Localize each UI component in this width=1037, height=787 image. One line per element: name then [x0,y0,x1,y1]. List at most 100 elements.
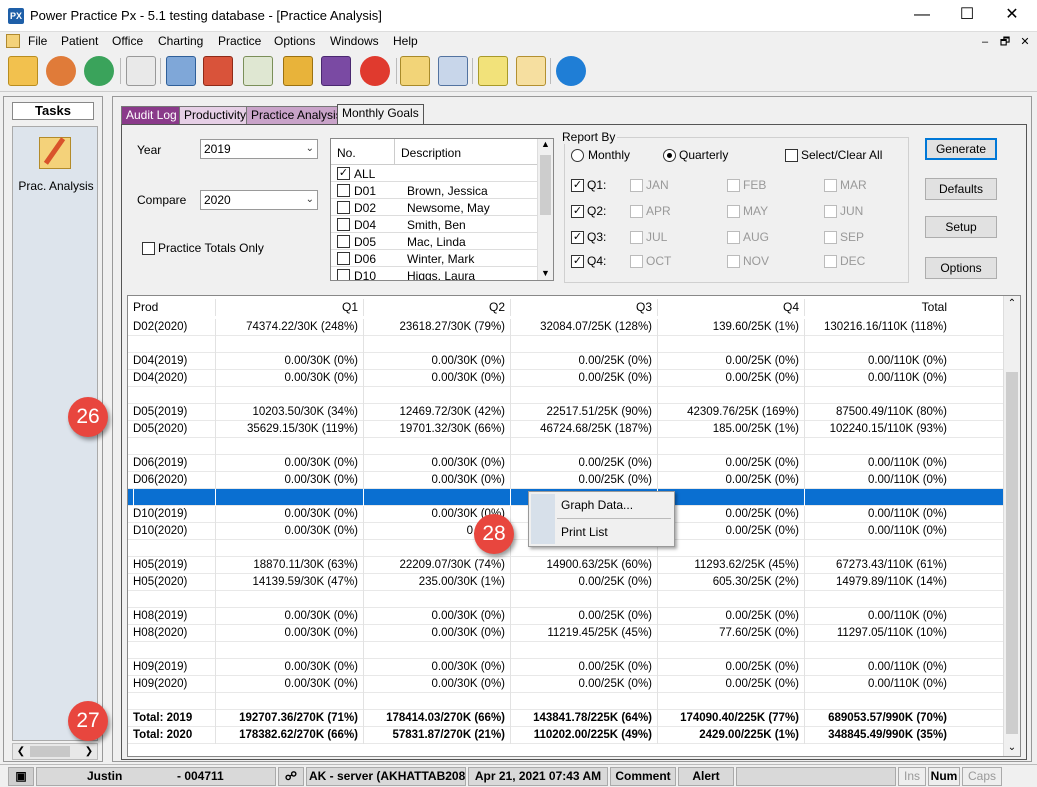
tab-practice-analysis[interactable]: Practice Analysis [246,106,347,124]
menu-options[interactable]: Options [274,34,315,48]
grid-vertical-scrollbar[interactable]: ⌃ ⌄ [1003,296,1020,756]
scroll-thumb[interactable] [30,746,70,757]
q2-checkbox[interactable]: ✓ [571,205,584,218]
menu-charting[interactable]: Charting [158,34,203,48]
table-row[interactable]: H09(2020) 0.00/30K (0%) 0.00/30K (0%) 0.00/… [128,676,1004,693]
menu-item-print-list[interactable]: Print List [561,525,608,539]
table-row[interactable] [128,336,1004,353]
scroll-right-icon[interactable]: ❯ [81,744,97,759]
chevron-up-icon[interactable]: ⌃ [1004,296,1020,312]
menu-office[interactable]: Office [112,34,143,48]
list-item[interactable]: D02 Newsome, May [331,199,539,216]
edi-icon[interactable] [321,56,351,86]
close-button[interactable]: ✕ [989,0,1035,32]
table-row[interactable]: D06(2019) 0.00/30K (0%) 0.00/30K (0%) 0.00/… [128,455,1004,472]
q4-checkbox[interactable]: ✓ [571,255,584,268]
list-item[interactable]: D01 Brown, Jessica [331,182,539,199]
table-row[interactable]: D04(2020) 0.00/30K (0%) 0.00/30K (0%) 0.00/… [128,370,1004,387]
table-row[interactable]: Total: 2019 192707.36/270K (71%) 178414.03… [128,710,1004,727]
provider-checkbox[interactable] [337,218,350,231]
calendar-icon[interactable] [203,56,233,86]
notepad-icon[interactable] [478,56,508,86]
open-folder-icon[interactable] [8,56,38,86]
provider-checkbox[interactable] [337,269,350,280]
mdi-minimize-button[interactable]: – [976,34,994,50]
table-row[interactable]: H09(2019) 0.00/30K (0%) 0.00/30K (0%) 0.00/… [128,659,1004,676]
menu-item-graph-data[interactable]: Graph Data... [561,498,633,512]
generate-button[interactable]: Generate [925,138,997,160]
quarterly-radio[interactable] [663,149,676,162]
task-prac-analysis[interactable]: Prac. Analysis [13,179,99,193]
table-row[interactable] [128,642,1004,659]
scroll-thumb[interactable] [1006,372,1018,734]
minimize-button[interactable]: — [899,0,945,32]
document-menu-icon[interactable] [6,34,20,48]
scroll-left-icon[interactable]: ❮ [13,744,29,759]
table-row[interactable]: D05(2020) 35629.15/30K (119%) 19701.32/30K… [128,421,1004,438]
menu-patient[interactable]: Patient [61,34,98,48]
defaults-button[interactable]: Defaults [925,178,997,200]
tab-audit-log[interactable]: Audit Log [121,106,182,124]
comment-button[interactable]: Comment [610,767,676,786]
menu-help[interactable]: Help [393,34,418,48]
notes-icon[interactable] [516,56,546,86]
select-clear-all-checkbox[interactable] [785,149,798,162]
table-row[interactable] [128,387,1004,404]
provider-checkbox[interactable] [337,201,350,214]
menu-file[interactable]: File [28,34,47,48]
list-item[interactable]: D10 Higgs, Laura [331,267,539,280]
mdi-close-button[interactable]: ✕ [1016,34,1034,50]
table-row[interactable] [128,693,1004,710]
monthly-radio[interactable] [571,149,584,162]
scroll-thumb[interactable] [540,155,551,215]
gift-box-icon[interactable] [283,56,313,86]
table-row[interactable] [128,591,1004,608]
table-row[interactable]: H05(2020) 14139.59/30K (47%) 235.00/30K (1… [128,574,1004,591]
checklist-icon[interactable] [243,56,273,86]
help-circle-icon[interactable] [556,56,586,86]
chevron-up-icon[interactable]: ▲ [538,139,553,153]
maximize-button[interactable]: ☐ [944,0,990,32]
options-button[interactable]: Options [925,257,997,279]
compare-select[interactable]: 2020 ⌄ [200,190,318,210]
table-row[interactable] [128,438,1004,455]
chevron-down-icon[interactable]: ⌄ [1004,740,1020,756]
patients-icon[interactable] [46,56,76,86]
provider-checkbox[interactable] [337,235,350,248]
provider-checkbox[interactable] [337,252,350,265]
table-row[interactable]: D06(2020) 0.00/30K (0%) 0.00/30K (0%) 0.00/… [128,472,1004,489]
table-row[interactable]: H08(2020) 0.00/30K (0%) 0.00/30K (0%) 11219… [128,625,1004,642]
tab-productivity[interactable]: Productivity [179,106,252,124]
table-row[interactable]: H05(2019) 18870.11/30K (63%) 22209.07/30K … [128,557,1004,574]
table-row[interactable]: D05(2019) 10203.50/30K (34%) 12469.72/30K … [128,404,1004,421]
list-item[interactable]: D04 Smith, Ben [331,216,539,233]
book-icon[interactable] [166,56,196,86]
table-row[interactable]: D02(2020) 74374.22/30K (248%) 23618.27/30K… [128,319,1004,336]
mdi-restore-button[interactable]: 🗗 [996,34,1014,50]
list-item[interactable]: ✓ ALL [331,165,539,182]
provider-checkbox[interactable]: ✓ [337,167,350,180]
table-row[interactable]: Total: 2020 178382.62/270K (66%) 57831.87/… [128,727,1004,744]
provider-checkbox[interactable] [337,184,350,197]
year-select[interactable]: 2019 ⌄ [200,139,318,159]
menu-windows[interactable]: Windows [330,34,379,48]
practice-totals-checkbox[interactable] [142,242,155,255]
table-row[interactable]: H08(2019) 0.00/30K (0%) 0.00/30K (0%) 0.00/… [128,608,1004,625]
edit-pencil-icon[interactable] [126,56,156,86]
refresh-money-icon[interactable] [84,56,114,86]
alert-button[interactable]: Alert [678,767,734,786]
chevron-down-icon[interactable]: ▼ [538,268,553,280]
menu-practice[interactable]: Practice [218,34,261,48]
camera-icon[interactable]: ▣ [8,767,34,786]
list-item[interactable]: D06 Winter, Mark [331,250,539,267]
table-row[interactable]: D04(2019) 0.00/30K (0%) 0.00/30K (0%) 0.00/… [128,353,1004,370]
stop-icon[interactable] [360,56,390,86]
q1-checkbox[interactable]: ✓ [571,179,584,192]
q3-checkbox[interactable]: ✓ [571,231,584,244]
notepad-pencil-icon[interactable] [39,137,71,169]
setup-button[interactable]: Setup [925,216,997,238]
tasks-horizontal-scrollbar[interactable]: ❮ ❯ [12,743,98,760]
bottle-icon[interactable] [438,56,468,86]
provider-list-scrollbar[interactable]: ▲ ▼ [537,139,553,280]
documents-icon[interactable] [400,56,430,86]
